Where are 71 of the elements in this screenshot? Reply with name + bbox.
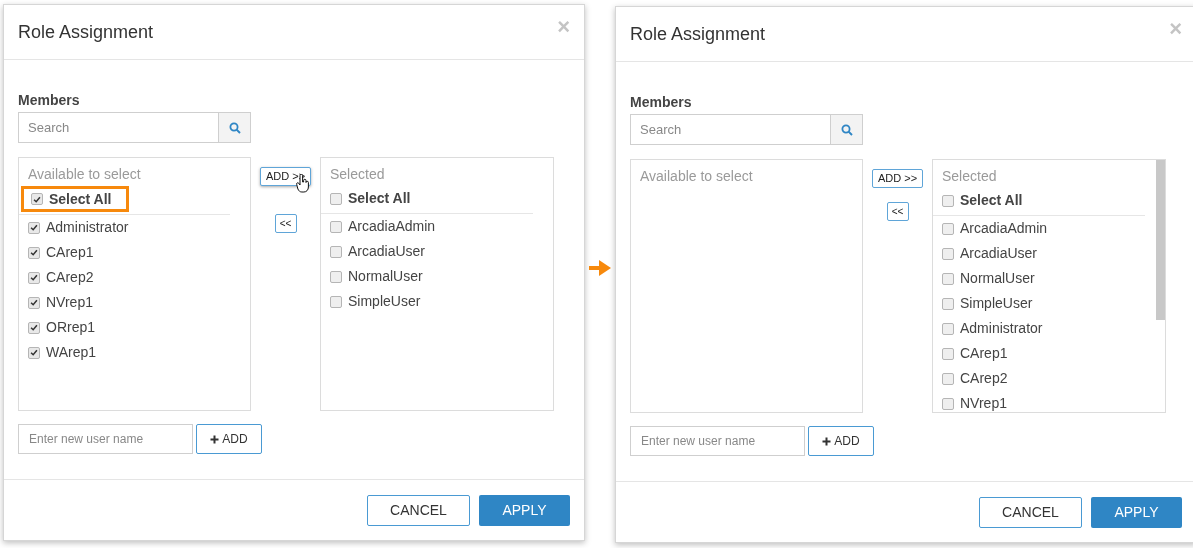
list-item-label: CArep2 [960, 369, 1008, 388]
remove-selected-button[interactable]: << [274, 214, 297, 233]
list-item-label: CArep1 [46, 243, 94, 262]
search-button[interactable] [219, 112, 251, 143]
cancel-button[interactable]: CANCEL [979, 497, 1082, 528]
checkbox[interactable] [330, 270, 342, 283]
list-item-label: NVrep1 [960, 394, 1007, 412]
checkbox[interactable] [28, 221, 40, 234]
checkbox[interactable] [942, 372, 954, 385]
new-user-field[interactable]: Enter new user name [18, 424, 193, 454]
list-item-label: ORrep1 [46, 318, 96, 337]
list-item-label: SimpleUser [348, 292, 421, 311]
checkbox[interactable] [330, 245, 342, 258]
checkbox[interactable] [942, 222, 954, 235]
apply-button[interactable]: APPLY [1091, 497, 1182, 528]
plus-icon [822, 436, 832, 446]
checkbox[interactable] [31, 193, 43, 205]
list-heading: Selected [329, 165, 386, 182]
search-field[interactable]: Search [18, 112, 219, 143]
search-button[interactable] [831, 114, 863, 145]
list-item-label: ArcadiaAdmin [348, 217, 436, 236]
list-heading: Selected [941, 167, 998, 184]
select-all-label: Select All [348, 189, 411, 208]
dialog-title: Role Assignment [630, 23, 766, 46]
list-item-label: ArcadiaUser [348, 242, 426, 261]
checkbox[interactable] [330, 295, 342, 308]
new-user-field[interactable]: Enter new user name [630, 426, 805, 456]
checkbox[interactable] [942, 194, 954, 207]
select-all-label: Select All [49, 189, 112, 209]
remove-selected-button[interactable]: << [886, 202, 909, 221]
checkbox[interactable] [942, 322, 954, 335]
list-item-label: Administrator [46, 218, 129, 237]
search-icon [228, 121, 241, 134]
checkbox[interactable] [942, 347, 954, 360]
add-user-button[interactable]: ADD [808, 426, 874, 456]
search-icon [840, 123, 853, 136]
list-item-label: CArep1 [960, 344, 1008, 363]
list-item-label: NVrep1 [46, 293, 93, 312]
select-all-label: Select All [960, 191, 1023, 210]
list-item-label: NormalUser [348, 267, 423, 286]
list-heading: Available to select [639, 167, 754, 184]
checkbox[interactable] [942, 397, 954, 410]
list-heading: Available to select [27, 165, 142, 182]
cancel-button[interactable]: CANCEL [367, 495, 470, 526]
checkbox[interactable] [942, 297, 954, 310]
checkbox[interactable] [28, 271, 40, 284]
add-selected-button[interactable]: ADD >> [871, 169, 924, 188]
dialog-title: Role Assignment [18, 21, 154, 44]
apply-button[interactable]: APPLY [479, 495, 570, 526]
checkbox[interactable] [330, 192, 342, 205]
list-item-label: Administrator [960, 319, 1043, 338]
checkbox[interactable] [28, 246, 40, 259]
checkbox[interactable] [942, 272, 954, 285]
checkbox[interactable] [942, 247, 954, 260]
checkbox[interactable] [28, 296, 40, 309]
plus-icon [210, 434, 220, 444]
list-item-label: WArep1 [46, 343, 97, 362]
list-item-label: ArcadiaUser [960, 244, 1038, 263]
list-item-label: ArcadiaAdmin [960, 219, 1048, 238]
checkbox[interactable] [28, 321, 40, 334]
arrow-icon [587, 258, 613, 278]
list-item-label: NormalUser [960, 269, 1035, 288]
scrollbar[interactable] [1156, 160, 1165, 320]
search-field[interactable]: Search [630, 114, 831, 145]
list-item-label: SimpleUser [960, 294, 1033, 313]
add-user-button[interactable]: ADD [196, 424, 262, 454]
checkbox[interactable] [330, 220, 342, 233]
checkbox[interactable] [28, 346, 40, 359]
list-item-label: CArep2 [46, 268, 94, 287]
members-label: Members [18, 91, 81, 106]
members-label: Members [630, 93, 693, 108]
